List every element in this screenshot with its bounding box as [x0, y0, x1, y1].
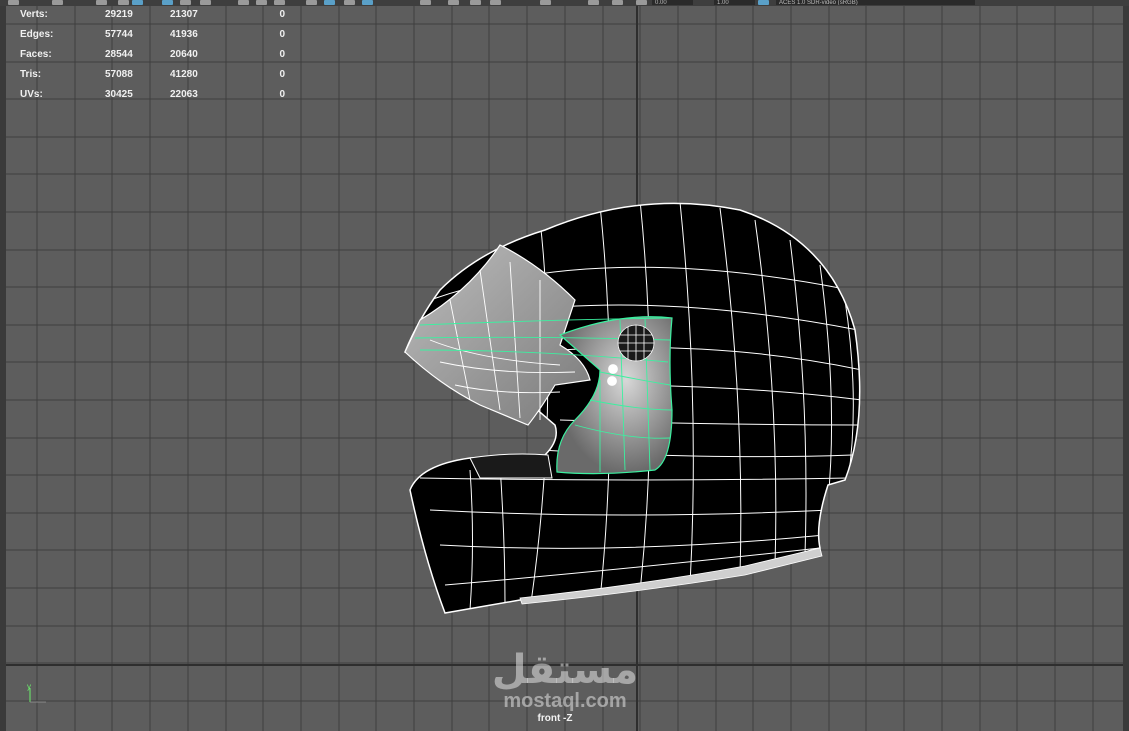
helmet-model[interactable] — [0, 0, 1129, 731]
watermark: مستقل mostaql.com — [475, 647, 655, 712]
helmet-chin-opening — [469, 453, 553, 479]
camera-label: front -Z — [537, 713, 573, 724]
axis-gizmo: y — [24, 682, 54, 708]
watermark-logo: مستقل — [491, 647, 639, 693]
watermark-site: mostaql.com — [503, 690, 627, 712]
